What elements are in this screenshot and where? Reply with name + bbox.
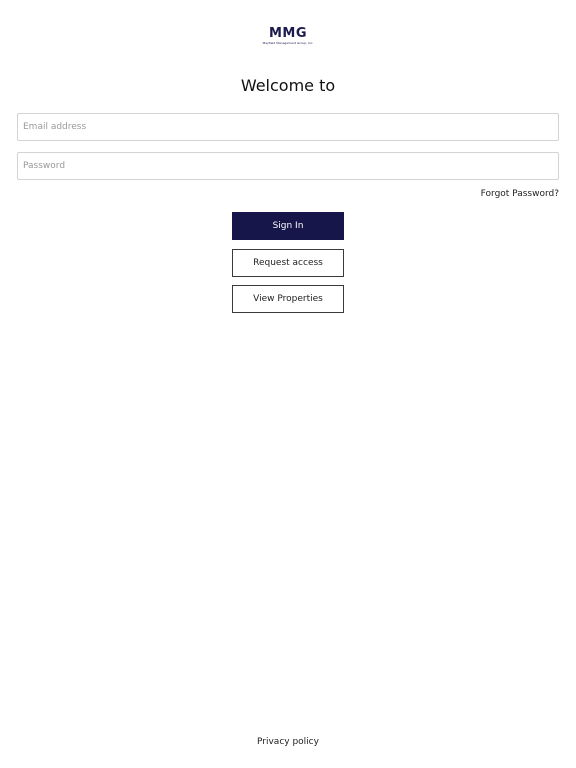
welcome-heading: Welcome to [240,76,336,95]
logo-mark: MMG [268,26,308,41]
logo-tagline: Mayfield Management Group, Inc. [262,41,314,45]
email-field[interactable] [17,113,559,141]
footer: Privacy policy [0,736,576,748]
password-field[interactable] [17,152,559,180]
view-properties-button[interactable]: View Properties [232,285,344,313]
request-access-button[interactable]: Request access [232,249,344,277]
privacy-policy-link[interactable]: Privacy policy [257,737,319,747]
login-page: MMG Mayfield Management Group, Inc. Welc… [0,0,576,768]
company-logo: MMG Mayfield Management Group, Inc. [0,27,576,45]
sign-in-button[interactable]: Sign In [232,212,344,240]
forgot-password-link[interactable]: Forgot Password? [481,188,559,200]
